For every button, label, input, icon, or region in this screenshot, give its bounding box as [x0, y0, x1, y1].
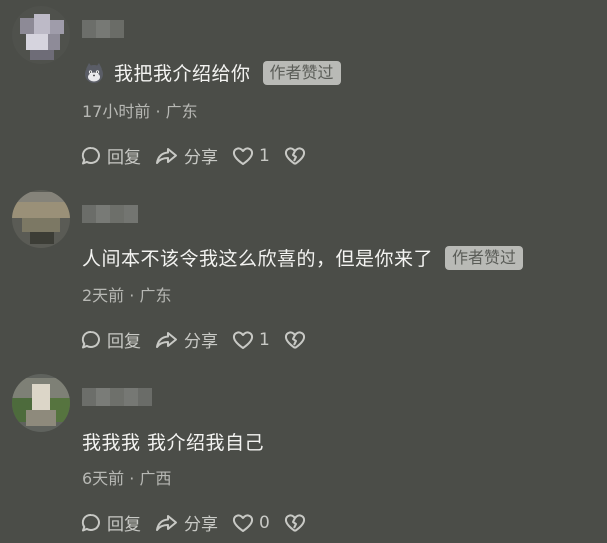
- avatar[interactable]: [12, 190, 70, 248]
- username-blurred[interactable]: [82, 20, 124, 38]
- reply-bubble-icon: [81, 330, 100, 348]
- like-count: 0: [259, 512, 270, 533]
- reply-button[interactable]: 回复: [80, 510, 141, 535]
- reply-bubble-icon: [81, 146, 100, 164]
- username-blurred[interactable]: [82, 388, 152, 406]
- comment-meta: 17小时前 · 广东: [82, 102, 198, 121]
- share-arrow-icon: [156, 147, 177, 164]
- share-arrow-icon: [156, 514, 177, 531]
- share-label: 分享: [184, 332, 218, 352]
- like-button[interactable]: 1: [232, 330, 270, 350]
- avatar[interactable]: [12, 6, 70, 64]
- username-blurred[interactable]: [82, 205, 138, 223]
- reply-label: 回复: [107, 148, 141, 168]
- like-count: 1: [259, 145, 270, 166]
- comment-text: 人间本不该令我这么欣喜的，但是你来了: [82, 248, 434, 270]
- broken-heart-icon: [284, 513, 305, 532]
- like-button[interactable]: 0: [232, 513, 270, 533]
- author-liked-badge: 作者赞过: [445, 245, 524, 270]
- reply-label: 回复: [107, 332, 141, 352]
- share-button[interactable]: 分享: [155, 143, 218, 168]
- share-arrow-icon: [156, 331, 177, 348]
- comment-text: 我把我介绍给你: [114, 63, 251, 85]
- cat-emoji-icon: [85, 62, 103, 83]
- heart-icon: [232, 330, 254, 349]
- author-liked-badge: 作者赞过: [262, 60, 341, 85]
- like-count: 1: [259, 329, 270, 350]
- avatar[interactable]: [12, 374, 70, 432]
- like-button[interactable]: 1: [232, 146, 270, 166]
- heart-icon: [232, 513, 254, 532]
- share-label: 分享: [184, 148, 218, 168]
- reply-bubble-icon: [81, 513, 100, 531]
- reply-label: 回复: [107, 515, 141, 535]
- comment-meta: 2天前 · 广东: [82, 286, 172, 305]
- dislike-button[interactable]: [284, 330, 311, 350]
- broken-heart-icon: [284, 330, 305, 349]
- share-button[interactable]: 分享: [155, 327, 218, 352]
- comment-meta: 6天前 · 广西: [82, 469, 172, 488]
- dislike-button[interactable]: [284, 513, 311, 533]
- reply-button[interactable]: 回复: [80, 143, 141, 168]
- dislike-button[interactable]: [284, 146, 311, 166]
- reply-button[interactable]: 回复: [80, 327, 141, 352]
- share-button[interactable]: 分享: [155, 510, 218, 535]
- comment-text: 我我我 我介绍我自己: [82, 432, 265, 454]
- heart-icon: [232, 146, 254, 165]
- share-label: 分享: [184, 515, 218, 535]
- broken-heart-icon: [284, 146, 305, 165]
